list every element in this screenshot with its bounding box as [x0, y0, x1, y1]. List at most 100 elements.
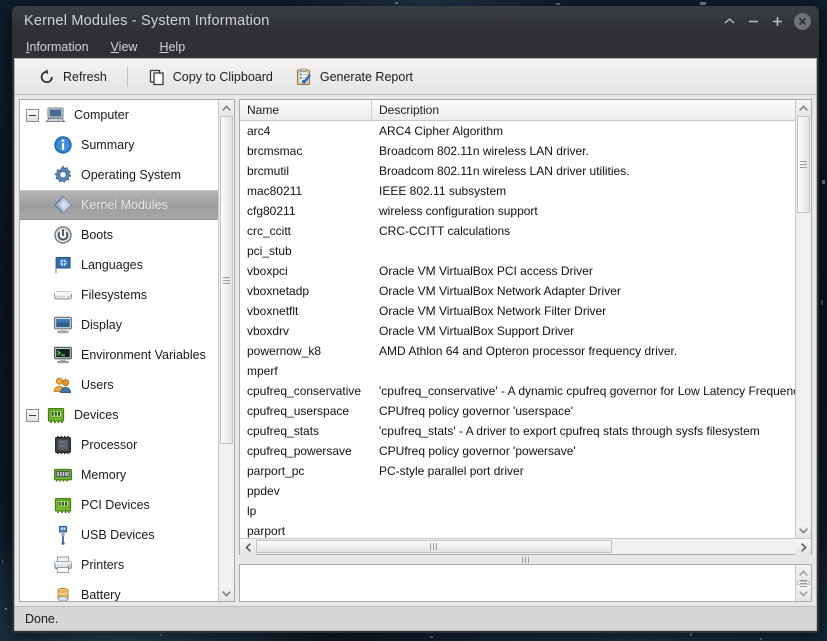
table-row[interactable]: vboxpci Oracle VM VirtualBox PCI access D… — [240, 261, 795, 281]
table-row[interactable]: cfg80211 wireless configuration support — [240, 201, 795, 221]
menu-help[interactable]: Help — [159, 40, 185, 54]
detail-text[interactable] — [240, 565, 795, 601]
pane-splitter[interactable] — [239, 555, 812, 564]
cell-description: 'cpufreq_conservative' - A dynamic cpufr… — [379, 384, 795, 398]
sidebar-item-computer[interactable]: Computer — [20, 100, 218, 130]
table-row[interactable]: powernow_k8 AMD Athlon 64 and Opteron pro… — [240, 341, 795, 361]
table-row[interactable]: vboxnetflt Oracle VM VirtualBox Network F… — [240, 301, 795, 321]
cell-description: Broadcom 802.11n wireless LAN driver. — [379, 144, 589, 158]
table-hscroll-grip — [430, 543, 438, 550]
sidebar-item-processor[interactable]: PBS.7 U10 Processor — [20, 430, 218, 460]
table-vertical-scrollbar[interactable] — [795, 100, 811, 538]
sidebar-item-battery[interactable]: Battery — [20, 580, 218, 601]
maximize-button[interactable] — [770, 14, 785, 29]
table-row[interactable]: lp — [240, 501, 795, 521]
monitor-icon — [52, 314, 74, 336]
cell-name: lp — [247, 504, 257, 518]
table-row[interactable]: cpufreq_powersave CPUfreq policy governor… — [240, 441, 795, 461]
table-scroll-thumb[interactable] — [797, 116, 810, 214]
menu-information[interactable]: Information — [26, 40, 89, 54]
table-scroll-track[interactable] — [796, 116, 811, 522]
minimize-button[interactable] — [746, 14, 761, 29]
refresh-button[interactable]: Refresh — [29, 64, 116, 90]
sidebar-item-memory[interactable]: Memory — [20, 460, 218, 490]
sidebar-scroll-track[interactable] — [219, 116, 234, 585]
table-scroll-down-button[interactable] — [796, 522, 811, 538]
table-scroll-left-button[interactable] — [240, 539, 256, 555]
table-hscroll-thumb[interactable] — [256, 540, 612, 553]
close-button[interactable] — [794, 12, 811, 30]
sidebar-item-users[interactable]: Users — [20, 370, 218, 400]
table-row[interactable]: brcmsmac Broadcom 802.11n wireless LAN dr… — [240, 141, 795, 161]
refresh-label: Refresh — [63, 69, 107, 84]
table-row[interactable]: cpufreq_userspace CPUfreq policy governor… — [240, 401, 795, 421]
table-row[interactable]: pci_stub — [240, 241, 795, 261]
sidebar-item-display[interactable]: Display — [20, 310, 218, 340]
sidebar-item-usb-devices[interactable]: USB Devices — [20, 520, 218, 550]
cell-name: vboxnetflt — [247, 304, 299, 318]
menu-information-label: nformation — [29, 40, 89, 54]
detail-scroll-thumb[interactable] — [797, 579, 810, 587]
sidebar-scrollbar[interactable] — [218, 100, 234, 601]
cell-description: Oracle VM VirtualBox Network Filter Driv… — [379, 304, 607, 318]
cell-name: powernow_k8 — [247, 344, 322, 358]
menu-bar: Information View Help — [12, 36, 819, 58]
sidebar-item-printers[interactable]: Printers — [20, 550, 218, 580]
table-row[interactable]: parport — [240, 521, 795, 538]
application-window: Kernel Modules - System Information Info… — [12, 6, 819, 633]
table-body[interactable]: arc4 ARC4 Cipher Algorithm brcmsmac Broadco… — [240, 121, 795, 538]
menu-view[interactable]: View — [111, 40, 138, 54]
table-row[interactable]: arc4 ARC4 Cipher Algorithm — [240, 121, 795, 141]
table-row[interactable]: cpufreq_conservative 'cpufreq_conservativ… — [240, 381, 795, 401]
cell-description: AMD Athlon 64 and Opteron processor freq… — [379, 344, 678, 358]
sidebar-item-boots[interactable]: Boots — [20, 220, 218, 250]
splitter-grip — [522, 556, 529, 563]
cell-name: mperf — [247, 364, 278, 378]
detail-scroll-track[interactable] — [796, 579, 811, 587]
sidebar-scroll-thumb[interactable] — [220, 116, 233, 445]
cell-description: Oracle VM VirtualBox PCI access Driver — [379, 264, 593, 278]
tree-expander-collapse-icon[interactable] — [26, 408, 39, 422]
sidebar-scroll-up-button[interactable] — [219, 100, 234, 116]
table-scroll-right-button[interactable] — [795, 539, 811, 555]
sidebar-tree[interactable]: Computer Summary Operating System Kernel Mo… — [20, 100, 218, 601]
table-row[interactable]: mac80211 IEEE 802.11 subsystem — [240, 181, 795, 201]
rollup-button[interactable] — [722, 14, 737, 29]
module-icon — [52, 194, 74, 216]
sidebar-item-environment-variables[interactable]: Environment Variables — [20, 340, 218, 370]
sidebar-item-pci-devices[interactable]: PCI Devices — [20, 490, 218, 520]
table-row[interactable]: crc_ccitt CRC-CCITT calculations — [240, 221, 795, 241]
table-header: Name Description — [240, 100, 795, 121]
detail-scrollbar[interactable] — [795, 565, 811, 601]
table-row[interactable]: cpufreq_stats 'cpufreq_stats' - A driver … — [240, 421, 795, 441]
copy-to-clipboard-button[interactable]: Copy to Clipboard — [139, 64, 282, 90]
sidebar-item-devices[interactable]: Devices — [20, 400, 218, 430]
sidebar-item-operating-system[interactable]: Operating System — [20, 160, 218, 190]
sidebar-item-label: Summary — [81, 138, 135, 152]
table-hscroll-track[interactable] — [256, 539, 795, 554]
title-bar[interactable]: Kernel Modules - System Information — [12, 6, 819, 36]
sidebar-item-filesystems[interactable]: Filesystems — [20, 280, 218, 310]
generate-report-button[interactable]: Generate Report — [286, 64, 422, 90]
sidebar-item-languages[interactable]: Languages — [20, 250, 218, 280]
sidebar-item-label: Battery — [81, 588, 121, 601]
table-row[interactable]: mperf — [240, 361, 795, 381]
tree-expander-collapse-icon[interactable] — [26, 108, 39, 122]
cell-description: ARC4 Cipher Algorithm — [379, 124, 504, 138]
table-scroll-up-button[interactable] — [796, 100, 811, 116]
battery-icon — [52, 584, 74, 601]
table-row[interactable]: vboxnetadp Oracle VM VirtualBox Network A… — [240, 281, 795, 301]
table-row[interactable]: brcmutil Broadcom 802.11n wireless LAN dr… — [240, 161, 795, 181]
column-header-description[interactable]: Description — [372, 100, 795, 120]
list-main: Name Description arc4 ARC4 Cipher Algorit… — [240, 100, 811, 538]
sidebar-item-kernel-modules[interactable]: Kernel Modules — [20, 190, 218, 220]
table-horizontal-scrollbar[interactable] — [240, 538, 811, 555]
table-row[interactable]: parport_pc PC-style parallel port driver — [240, 461, 795, 481]
column-header-name[interactable]: Name — [240, 100, 372, 120]
table-row[interactable]: vboxdrv Oracle VM VirtualBox Support Driv… — [240, 321, 795, 341]
cell-name: mac80211 — [247, 184, 303, 198]
sidebar-scroll-down-button[interactable] — [219, 585, 234, 601]
toolbar-separator — [126, 66, 128, 87]
sidebar-item-summary[interactable]: Summary — [20, 130, 218, 160]
table-row[interactable]: ppdev — [240, 481, 795, 501]
